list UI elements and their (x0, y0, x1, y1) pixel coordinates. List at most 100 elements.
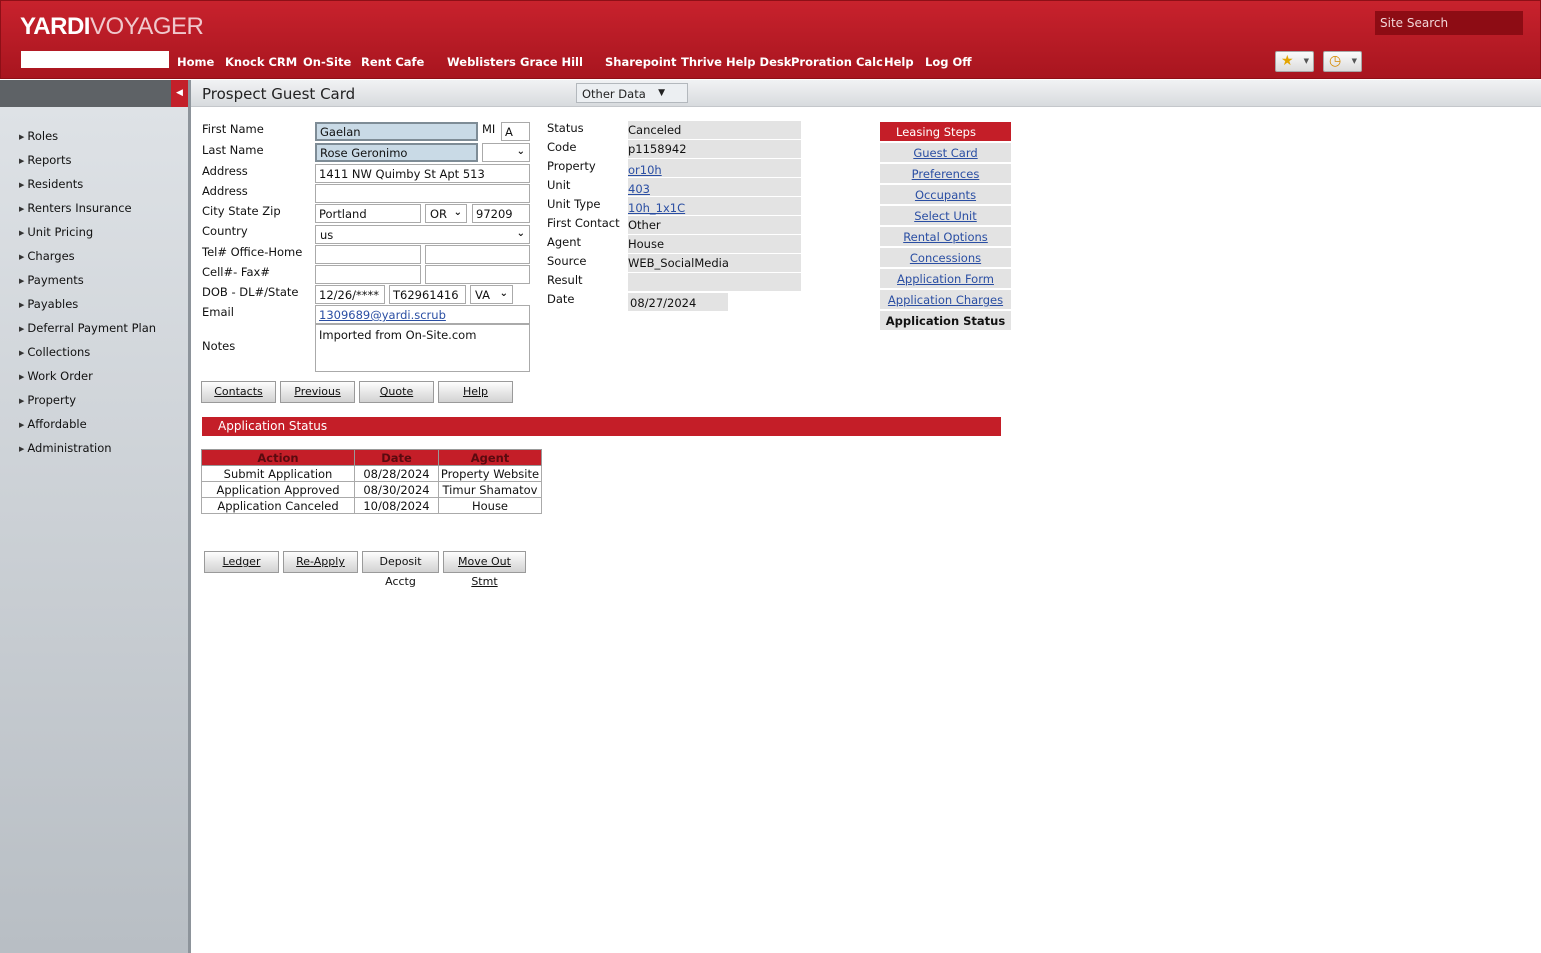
caret-right-icon: ▶ (19, 445, 25, 453)
leasing-step-guest-card[interactable]: Guest Card (880, 143, 1011, 162)
mi-label: MI (482, 122, 496, 136)
leasing-step-application-charges[interactable]: Application Charges (880, 290, 1011, 309)
source-value: WEB_SocialMedia (628, 254, 801, 272)
chevron-left-icon: ◀ (176, 88, 183, 98)
nav-on-site[interactable]: On-Site (303, 55, 351, 69)
sidebar-item-payments[interactable]: ▶ Payments (19, 273, 84, 287)
sidebar-item-collections[interactable]: ▶ Collections (19, 345, 90, 359)
fax-field[interactable] (425, 265, 530, 284)
unit-link[interactable]: 403 (628, 182, 650, 196)
email-field[interactable]: 1309689@yardi.scrub (315, 305, 530, 324)
caret-right-icon: ▶ (19, 349, 25, 357)
table-row: Submit Application 08/28/2024 Property W… (201, 465, 542, 482)
sidebar-collapse-button[interactable]: ◀ (171, 80, 188, 107)
first-name-field[interactable]: Gaelan (315, 122, 478, 141)
leasing-step-preferences[interactable]: Preferences (880, 164, 1011, 183)
address1-field[interactable]: 1411 NW Quimby St Apt 513 (315, 164, 530, 183)
leasing-step-occupants[interactable]: Occupants (880, 185, 1011, 204)
nav-thrive-help-desk[interactable]: Thrive Help Desk (681, 55, 791, 69)
dl-number-field[interactable]: T62961416 (389, 285, 466, 304)
tel-office-field[interactable] (315, 245, 421, 264)
re-apply-button[interactable]: Re-Apply (283, 551, 358, 573)
deposit-acctg-button[interactable]: Deposit Acctg (362, 551, 439, 588)
nav-home[interactable]: Home (177, 55, 214, 69)
zip-field[interactable]: 97209 (472, 204, 530, 223)
nav-log-off[interactable]: Log Off (925, 55, 972, 69)
nav-rent-cafe[interactable]: Rent Cafe (361, 55, 424, 69)
source-label: Source (547, 254, 587, 268)
contacts-button[interactable]: Contacts (201, 381, 276, 403)
sidebar-item-administration[interactable]: ▶ Administration (19, 441, 112, 455)
last-name-field[interactable]: Rose Geronimo (315, 143, 478, 162)
mi-field[interactable]: A (501, 122, 530, 141)
caret-right-icon: ▶ (19, 181, 25, 189)
history-button[interactable]: ◷ ▼ (1323, 51, 1362, 72)
sidebar-item-renters-insurance[interactable]: ▶ Renters Insurance (19, 201, 132, 215)
sidebar-item-reports[interactable]: ▶ Reports (19, 153, 72, 167)
city-state-zip-label: City State Zip (202, 204, 281, 218)
last-name-label: Last Name (202, 143, 264, 157)
nav-weblisters[interactable]: Weblisters (447, 55, 516, 69)
nav-help[interactable]: Help (884, 55, 914, 69)
nav-proration-calc[interactable]: Proration Calc (791, 55, 883, 69)
sidebar-item-affordable[interactable]: ▶ Affordable (19, 417, 87, 431)
property-value: or10h (628, 159, 801, 177)
chevron-down-icon: ⌄ (516, 146, 525, 157)
leasing-step-concessions[interactable]: Concessions (880, 248, 1011, 267)
table-row: Application Approved 08/30/2024 Timur Sh… (201, 481, 542, 498)
unit-type-value: 10h_1x1C (628, 197, 801, 215)
nav-sharepoint[interactable]: Sharepoint (605, 55, 676, 69)
email-label: Email (202, 305, 234, 319)
yardi-voyager-logo[interactable]: YARDIVOYAGER (20, 13, 204, 41)
app-header: YARDIVOYAGER Home Knock CRM On-Site Rent… (0, 0, 1541, 79)
nav-grace-hill[interactable]: Grace Hill (520, 55, 583, 69)
sidebar-item-deferral-payment-plan[interactable]: ▶ Deferral Payment Plan (19, 321, 156, 335)
sidebar-item-payables[interactable]: ▶ Payables (19, 297, 78, 311)
table-row: Application Canceled 10/08/2024 House (201, 497, 542, 514)
leasing-step-rental-options[interactable]: Rental Options (880, 227, 1011, 246)
leasing-step-select-unit[interactable]: Select Unit (880, 206, 1011, 225)
favorites-button[interactable]: ★ ▼ (1275, 51, 1314, 72)
email-link[interactable]: 1309689@yardi.scrub (319, 308, 446, 322)
sidebar-item-property[interactable]: ▶ Property (19, 393, 76, 407)
sidebar-item-charges[interactable]: ▶ Charges (19, 249, 75, 263)
leasing-steps-title: Leasing Steps (880, 122, 1011, 141)
other-data-dropdown[interactable]: Other Data ▼ (576, 83, 688, 103)
help-button[interactable]: Help (438, 381, 513, 403)
move-out-stmt-button[interactable]: Move Out Stmt (443, 551, 526, 588)
agent-cell: Timur Shamatov (438, 481, 542, 498)
date-cell: 10/08/2024 (354, 497, 439, 514)
agent-column-header: Agent (438, 449, 542, 466)
action-cell: Submit Application (201, 465, 355, 482)
tel-home-field[interactable] (425, 245, 530, 264)
header-search-input[interactable] (21, 51, 169, 68)
state-select[interactable]: OR ⌄ (425, 204, 467, 223)
address2-field[interactable] (315, 184, 530, 203)
dl-state-select[interactable]: VA ⌄ (470, 285, 513, 304)
ledger-button[interactable]: Ledger (204, 551, 279, 573)
cell-field[interactable] (315, 265, 421, 284)
address-label: Address (202, 164, 248, 178)
caret-right-icon: ▶ (19, 205, 25, 213)
sidebar-item-unit-pricing[interactable]: ▶ Unit Pricing (19, 225, 93, 239)
property-link[interactable]: or10h (628, 163, 662, 177)
country-select[interactable]: us ⌄ (315, 225, 530, 244)
site-search-input[interactable]: Site Search (1375, 11, 1523, 35)
nav-knock-crm[interactable]: Knock CRM (225, 55, 297, 69)
leasing-step-application-form[interactable]: Application Form (880, 269, 1011, 288)
sidebar-item-work-order[interactable]: ▶ Work Order (19, 369, 93, 383)
name-suffix-select[interactable]: ⌄ (482, 143, 530, 162)
city-field[interactable]: Portland (315, 204, 421, 223)
caret-right-icon: ▶ (19, 253, 25, 261)
caret-right-icon: ▶ (19, 157, 25, 165)
previous-button[interactable]: Previous (280, 381, 355, 403)
sidebar-item-residents[interactable]: ▶ Residents (19, 177, 83, 191)
unit-type-link[interactable]: 10h_1x1C (628, 201, 685, 215)
caret-right-icon: ▶ (19, 373, 25, 381)
action-cell: Application Approved (201, 481, 355, 498)
sidebar-item-roles[interactable]: ▶ Roles (19, 129, 58, 143)
notes-textarea[interactable]: Imported from On-Site.com (315, 324, 530, 372)
leasing-step-application-status[interactable]: Application Status (880, 311, 1011, 330)
dob-field[interactable]: 12/26/**** (315, 285, 385, 304)
quote-button[interactable]: Quote (359, 381, 434, 403)
